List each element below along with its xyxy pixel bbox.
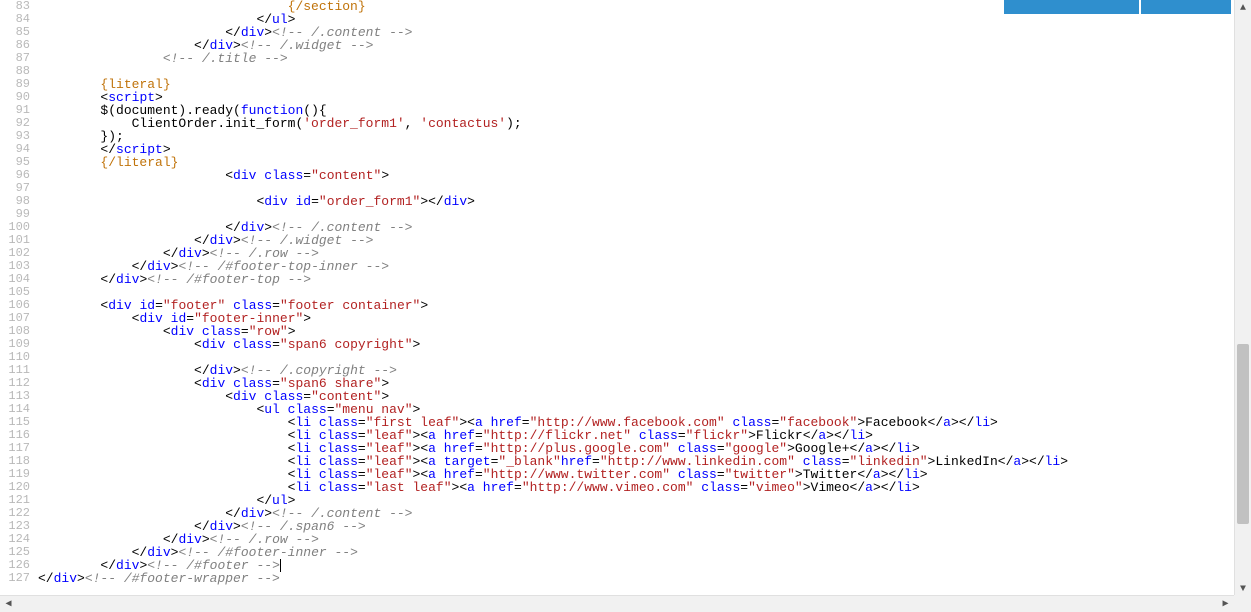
- line-number: 127: [0, 572, 30, 585]
- code-line[interactable]: [38, 65, 1231, 78]
- text-cursor: [280, 559, 281, 572]
- code-line[interactable]: </script>: [38, 143, 1231, 156]
- toolbar-button-1[interactable]: [1004, 0, 1139, 14]
- scroll-up-arrow[interactable]: ▲: [1235, 0, 1251, 17]
- vertical-scroll-track[interactable]: [1235, 17, 1251, 581]
- code-area[interactable]: {/section} </ul> </div><!-- /.content --…: [38, 0, 1231, 598]
- top-toolbar: [1004, 0, 1231, 14]
- code-line[interactable]: </div><!-- /#footer-wrapper -->: [38, 572, 1231, 585]
- code-line[interactable]: </div><!-- /#footer-top -->: [38, 273, 1231, 286]
- code-line[interactable]: ClientOrder.init_form('order_form1', 'co…: [38, 117, 1231, 130]
- vertical-scroll-thumb[interactable]: [1237, 344, 1249, 524]
- scrollbar-corner: [1234, 595, 1251, 612]
- code-line[interactable]: {literal}: [38, 78, 1231, 91]
- code-line[interactable]: <!-- /.title -->: [38, 52, 1231, 65]
- scroll-left-arrow[interactable]: ◀: [0, 596, 17, 612]
- horizontal-scrollbar[interactable]: ◀ ▶: [0, 595, 1234, 612]
- line-gutter: 8384858687888990919293949596979899100101…: [0, 0, 38, 598]
- code-editor[interactable]: 8384858687888990919293949596979899100101…: [0, 0, 1231, 598]
- code-line[interactable]: });: [38, 130, 1231, 143]
- code-line[interactable]: <div class="span6 copyright">: [38, 338, 1231, 351]
- code-line[interactable]: <div id="order_form1"></div>: [38, 195, 1231, 208]
- scroll-right-arrow[interactable]: ▶: [1217, 596, 1234, 612]
- toolbar-button-2[interactable]: [1141, 0, 1231, 14]
- code-line[interactable]: <div class="content">: [38, 169, 1231, 182]
- vertical-scrollbar[interactable]: ▲ ▼: [1234, 0, 1251, 598]
